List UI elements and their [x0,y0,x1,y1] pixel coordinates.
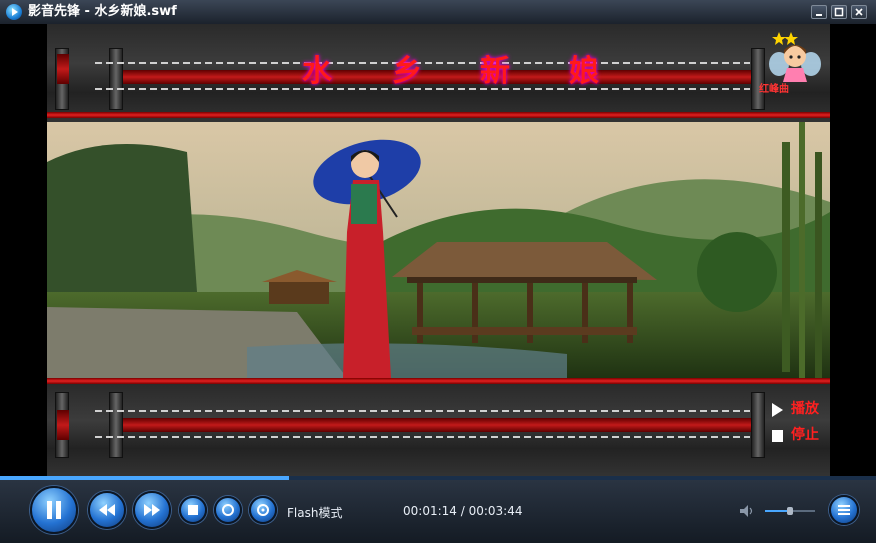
maximize-button[interactable] [831,5,847,19]
fast-forward-icon [144,504,160,516]
side-stop-label[interactable]: 停止 [791,428,819,443]
time-display: 00:01:14 / 00:03:44 [403,504,523,518]
banner-title-char: 新 [480,54,510,89]
minimize-icon [816,14,822,16]
pause-button[interactable] [30,486,78,534]
top-frame: 水 乡 新 娘 红峰曲 [47,24,830,122]
mascot-caption: 红峰曲 [759,84,789,95]
volume-icon[interactable] [738,503,754,519]
stop-square-icon[interactable] [769,428,791,444]
landscape-scene [47,122,830,378]
stop-button[interactable] [179,496,207,524]
video-area[interactable]: 水 乡 新 娘 红峰曲 播放 停止 [0,24,876,476]
bottom-frame: 播放 停止 [47,378,830,476]
rewind-icon [99,504,115,516]
play-triangle-icon[interactable] [769,402,791,418]
title-bar[interactable]: 影音先锋 - 水乡新娘.swf [0,0,876,25]
app-logo-icon [6,4,22,20]
frame-film-line [95,436,750,438]
playlist-button[interactable] [829,495,859,525]
close-icon [855,8,863,16]
repeat-icon [222,504,234,516]
side-play-label[interactable]: 播放 [791,402,819,417]
volume-slider[interactable] [765,507,815,515]
frame-film-line [95,62,750,64]
frame-pillar [751,392,765,458]
control-bar: Flash模式 00:01:14 / 00:03:44 [0,480,876,543]
frame-film-line [95,410,750,412]
frame-pillar [751,48,765,110]
maximize-icon [834,7,844,17]
player-window: 影音先锋 - 水乡新娘.swf 水 乡 新 娘 红峰曲 播放 停止 Flash模… [0,0,876,543]
stop-icon [188,505,198,515]
frame-red-rail [123,418,751,432]
open-button[interactable] [249,496,277,524]
forward-button[interactable] [133,491,171,529]
flash-content[interactable]: 水 乡 新 娘 红峰曲 播放 停止 [47,24,830,476]
frame-red-post [57,54,69,84]
frame-red-band [47,378,830,384]
minimize-button[interactable] [811,5,827,19]
banner-title-char: 水 [302,54,332,89]
pause-icon [47,501,61,519]
video-scene [47,122,830,378]
close-button[interactable] [851,5,867,19]
frame-red-band [47,112,830,118]
open-file-icon [257,504,269,516]
frame-red-post [57,410,69,440]
frame-pillar [109,48,123,110]
repeat-button[interactable] [214,496,242,524]
banner-title-char: 乡 [392,54,422,89]
playlist-icon [838,505,850,515]
frame-red-rail [123,70,751,84]
banner-title-char: 娘 [569,54,599,89]
rewind-button[interactable] [88,491,126,529]
mode-label: Flash模式 [287,506,343,520]
frame-pillar [109,392,123,458]
frame-film-line [95,88,750,90]
volume-slider-knob[interactable] [787,507,793,515]
window-title: 影音先锋 - 水乡新娘.swf [28,4,177,19]
